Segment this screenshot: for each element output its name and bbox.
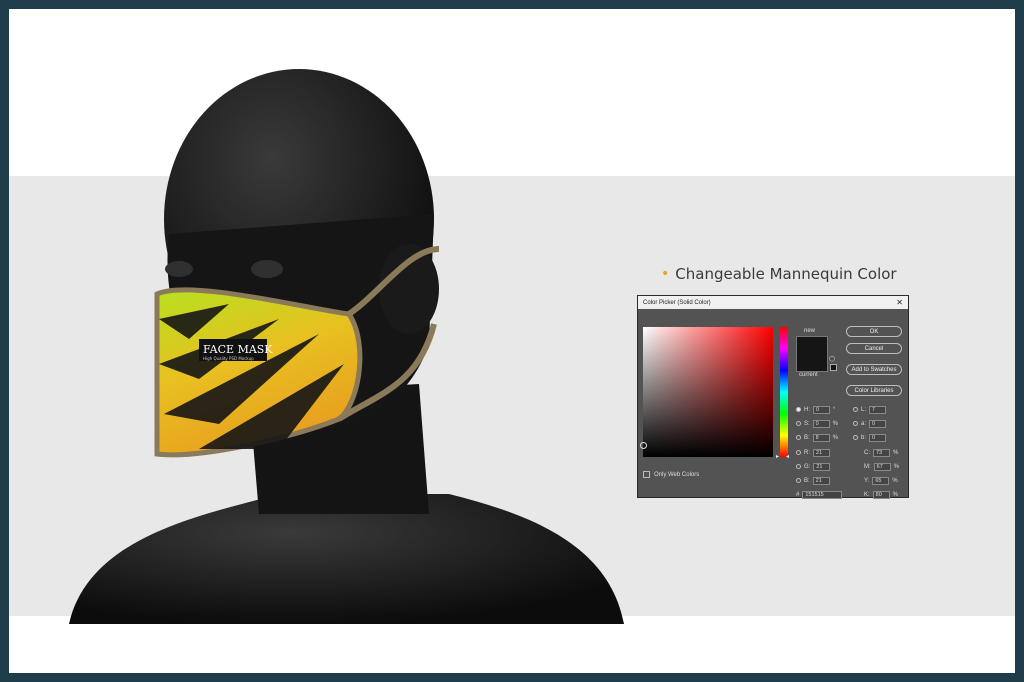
headline-text: Changeable Mannequin Color	[675, 265, 897, 283]
color-preview-swatch	[796, 336, 828, 372]
current-label: current	[799, 372, 818, 378]
blue-row: B: 21	[796, 476, 833, 485]
lab-b-radio[interactable]	[853, 435, 858, 440]
lab-a-input[interactable]: 0	[869, 419, 887, 428]
black-input[interactable]: 80	[872, 490, 890, 499]
mask-tagline-text: High Quality PSD Mockup	[203, 356, 254, 361]
color-libraries-button[interactable]: Color Libraries	[846, 385, 902, 396]
hex-row: # 151515	[796, 490, 845, 499]
color-picker-dialog: Color Picker (Solid Color) ✕ ▸ ◂ new cur…	[637, 295, 909, 499]
green-row: G: 21	[796, 462, 833, 471]
mannequin-image: FACE MASK High Quality PSD Mockup	[69, 69, 624, 624]
bullet-icon: •	[661, 266, 670, 282]
mask-brand-text: FACE MASK	[203, 343, 273, 356]
color-field-cursor[interactable]	[640, 442, 647, 449]
cyan-input[interactable]: 73	[873, 448, 890, 457]
lab-a-radio[interactable]	[853, 421, 858, 426]
lab-b-input[interactable]: 0	[869, 433, 887, 442]
lab-l-row: L: 7	[853, 405, 889, 414]
web-safe-swatch[interactable]	[830, 364, 837, 371]
gamut-cube-icon[interactable]: ⬡	[829, 355, 835, 363]
hue-slider-arrow-left-icon[interactable]: ▸	[776, 453, 779, 460]
cancel-button[interactable]: Cancel	[846, 343, 902, 354]
color-field[interactable]	[640, 327, 773, 457]
add-to-swatches-button[interactable]: Add to Swatches	[846, 364, 902, 375]
only-web-colors-checkbox[interactable]	[643, 471, 650, 478]
lab-b-row: b: 0	[853, 433, 889, 442]
new-label: new	[804, 328, 816, 334]
yellow-row: Y: 65 %	[864, 476, 898, 485]
magenta-input[interactable]: 67	[873, 462, 891, 471]
green-radio[interactable]	[796, 464, 801, 469]
magenta-row: M: 67 %	[864, 462, 900, 471]
red-row: R: 21	[796, 448, 833, 457]
blue-radio[interactable]	[796, 478, 801, 483]
brightness-input[interactable]: 8	[812, 433, 830, 442]
brightness-radio[interactable]	[796, 435, 801, 440]
hue-radio[interactable]	[796, 407, 801, 412]
cyan-row: C: 73 %	[864, 448, 899, 457]
only-web-colors-label: Only Web Colors	[654, 471, 700, 478]
only-web-colors-option[interactable]: Only Web Colors	[643, 471, 699, 478]
green-input[interactable]: 21	[813, 462, 831, 471]
ok-button[interactable]: OK	[846, 326, 902, 337]
saturation-radio[interactable]	[796, 421, 801, 426]
dialog-titlebar: Color Picker (Solid Color) ✕	[638, 296, 908, 309]
hue-slider[interactable]	[780, 327, 788, 457]
saturation-row: S: 0 %	[796, 419, 838, 428]
lab-l-input[interactable]: 7	[869, 405, 887, 414]
feature-headline: • Changeable Mannequin Color	[661, 265, 897, 283]
hue-slider-arrow-right-icon[interactable]: ◂	[786, 453, 789, 460]
red-radio[interactable]	[796, 450, 801, 455]
lab-a-row: a: 0	[853, 419, 889, 428]
hue-row: H: 0 °	[796, 405, 835, 414]
black-row: K: 80 %	[864, 490, 899, 499]
saturation-input[interactable]: 0	[812, 419, 830, 428]
yellow-input[interactable]: 65	[872, 476, 890, 485]
hue-input[interactable]: 0	[813, 405, 830, 414]
red-input[interactable]: 21	[813, 448, 830, 457]
dialog-title: Color Picker (Solid Color)	[643, 299, 711, 306]
close-icon[interactable]: ✕	[896, 298, 903, 307]
hex-input[interactable]: 151515	[802, 490, 843, 499]
blue-input[interactable]: 21	[812, 476, 830, 485]
mockup-frame: FACE MASK High Quality PSD Mockup • Chan…	[9, 9, 1015, 673]
lab-l-radio[interactable]	[853, 407, 858, 412]
brightness-row: B: 8 %	[796, 433, 838, 442]
